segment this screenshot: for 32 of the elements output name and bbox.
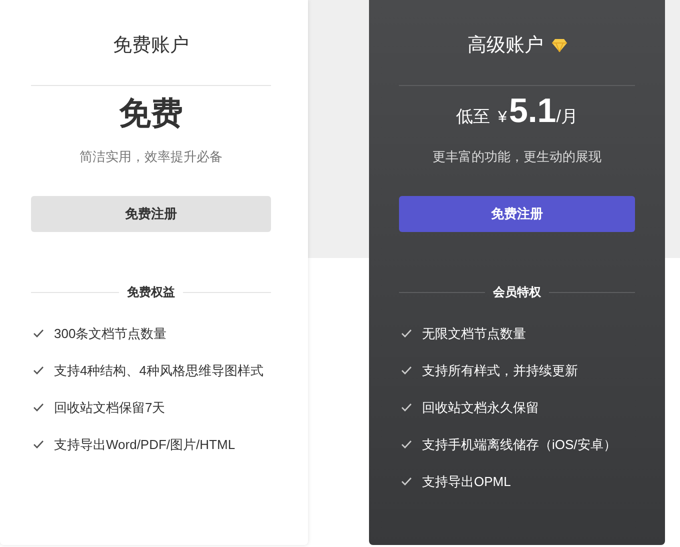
feature-text: 回收站文档保留7天: [54, 398, 166, 416]
check-icon: [401, 366, 412, 375]
feature-text: 支持4种结构、4种风格思维导图样式: [54, 362, 264, 380]
plan-tagline: 简洁实用，效率提升必备: [78, 148, 224, 166]
price-amount: 免费: [119, 94, 183, 133]
check-icon: [401, 440, 412, 449]
plan-title: 免费账户: [113, 34, 189, 58]
feature-text: 支持导出OPML: [422, 472, 511, 490]
signup-button[interactable]: 免费注册: [31, 196, 271, 232]
check-icon: [401, 403, 412, 412]
price-period: /月: [556, 106, 578, 128]
feature-text: 支持手机端离线储存（iOS/安卓）: [422, 436, 616, 454]
check-icon: [401, 477, 412, 486]
currency-symbol: ¥: [498, 109, 507, 127]
feature-text: 支持所有样式，并持续更新: [422, 362, 578, 380]
section-heading: 免费权益: [127, 284, 175, 301]
feature-text: 支持导出Word/PDF/图片/HTML: [54, 436, 236, 454]
feature-text: 无限文档节点数量: [422, 324, 526, 342]
check-icon: [401, 329, 412, 338]
price-amount: 5.1: [508, 92, 556, 131]
feature-text: 回收站文档永久保留: [422, 398, 539, 416]
check-icon: [33, 329, 44, 338]
section-heading: 会员特权: [493, 284, 541, 301]
diamond-icon: [552, 38, 566, 52]
check-icon: [33, 440, 44, 449]
feature-text: 300条文档节点数量: [54, 324, 167, 342]
plan-title: 高级账户: [468, 34, 544, 58]
plan-tagline: 更丰富的功能，更生动的展现: [432, 148, 602, 166]
signup-button[interactable]: 免费注册: [399, 196, 635, 232]
check-icon: [33, 403, 44, 412]
price-prefix: 低至: [456, 106, 490, 128]
check-icon: [33, 366, 44, 375]
